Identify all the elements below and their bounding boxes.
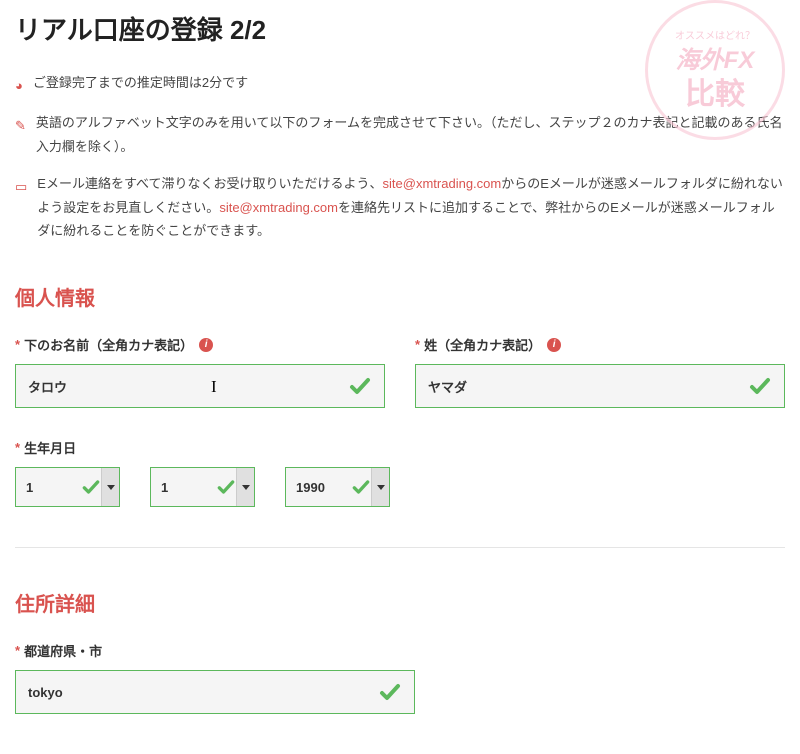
check-icon xyxy=(351,477,371,497)
caret-box xyxy=(371,468,389,506)
caret-box xyxy=(101,468,119,506)
page-title: リアル口座の登録 2/2 xyxy=(15,10,785,47)
section-personal-title: 個人情報 xyxy=(15,282,785,311)
section-divider xyxy=(15,547,785,548)
info-icon[interactable]: i xyxy=(199,338,213,352)
first-name-label: * 下のお名前（全角カナ表記） i xyxy=(15,335,385,354)
last-name-group: * 姓（全角カナ表記） i xyxy=(415,335,785,408)
last-name-input-wrap[interactable] xyxy=(415,364,785,408)
note-email-text: Eメール連絡をすべて滞りなくお受け取りいただけるよう、site@xmtradin… xyxy=(37,172,785,242)
chevron-down-icon xyxy=(242,485,250,490)
first-name-group: * 下のお名前（全角カナ表記） i I xyxy=(15,335,385,408)
check-icon xyxy=(348,374,372,398)
chevron-down-icon xyxy=(377,485,385,490)
dob-group: * 生年月日 1 1 1990 xyxy=(15,438,785,507)
last-name-label: * 姓（全角カナ表記） i xyxy=(415,335,785,354)
check-icon xyxy=(378,680,402,704)
chevron-down-icon xyxy=(107,485,115,490)
info-icon[interactable]: i xyxy=(547,338,561,352)
prefecture-input[interactable] xyxy=(28,685,378,700)
note-email: ▭ Eメール連絡をすべて滞りなくお受け取りいただけるよう、site@xmtrad… xyxy=(15,172,785,242)
laptop-icon: ▭ xyxy=(15,175,27,198)
required-asterisk: * xyxy=(15,440,20,455)
required-asterisk: * xyxy=(15,643,20,658)
check-icon xyxy=(216,477,236,497)
last-name-input[interactable] xyxy=(428,379,748,394)
required-asterisk: * xyxy=(415,337,420,352)
dob-day-select[interactable]: 1 xyxy=(15,467,120,507)
check-icon xyxy=(81,477,101,497)
dob-month-select[interactable]: 1 xyxy=(150,467,255,507)
section-address-title: 住所詳細 xyxy=(15,588,785,617)
note-time-text: ご登録完了までの推定時間は2分です xyxy=(33,71,248,94)
check-icon xyxy=(748,374,772,398)
prefecture-input-wrap[interactable] xyxy=(15,670,415,714)
first-name-input[interactable] xyxy=(28,379,348,394)
prefecture-label: * 都道府県・市 xyxy=(15,641,415,660)
pencil-icon: ✎ xyxy=(15,114,26,137)
required-asterisk: * xyxy=(15,337,20,352)
clock-icon: ◕ xyxy=(15,74,23,97)
prefecture-group: * 都道府県・市 xyxy=(15,641,415,714)
email-link-2[interactable]: site@xmtrading.com xyxy=(219,200,338,215)
first-name-input-wrap[interactable]: I xyxy=(15,364,385,408)
note-time: ◕ ご登録完了までの推定時間は2分です xyxy=(15,71,785,97)
dob-label: * 生年月日 xyxy=(15,438,785,457)
email-link-1[interactable]: site@xmtrading.com xyxy=(383,176,502,191)
note-alpha-text: 英語のアルファベット文字のみを用いて以下のフォームを完成させて下さい。（ただし、… xyxy=(36,111,785,158)
caret-box xyxy=(236,468,254,506)
dob-year-select[interactable]: 1990 xyxy=(285,467,390,507)
note-alpha: ✎ 英語のアルファベット文字のみを用いて以下のフォームを完成させて下さい。（ただ… xyxy=(15,111,785,158)
